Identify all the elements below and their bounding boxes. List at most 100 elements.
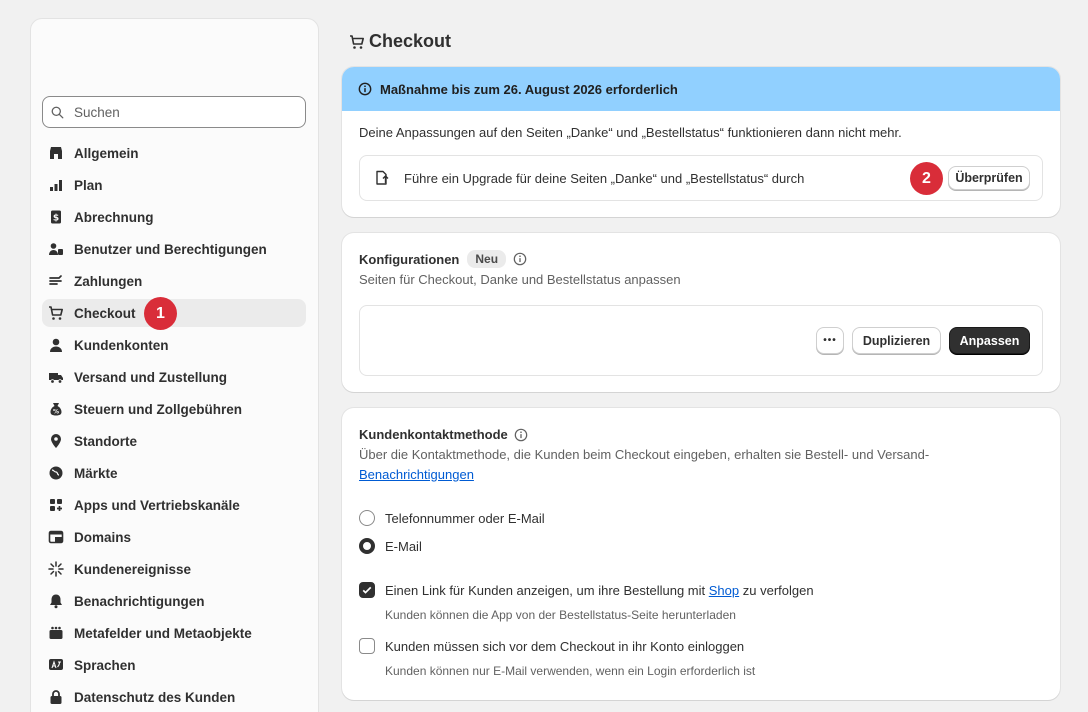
sidebar-item-label: Versand und Zustellung <box>74 369 228 385</box>
sidebar-item-plan[interactable]: Plan <box>42 171 306 199</box>
sidebar-item-allgemein[interactable]: Allgemein <box>42 139 306 167</box>
settings-nav: Allgemein Plan $ Abrechnung Benutzer und Ber… <box>42 139 306 712</box>
checkbox-label-part: zu verfolgen <box>742 583 814 598</box>
person-icon <box>48 337 64 353</box>
search-placeholder: Suchen <box>74 104 120 120</box>
contact-method-card: Kundenkontaktmethode Über die Kontaktmet… <box>342 408 1060 700</box>
sidebar-item-label: Abrechnung <box>74 209 154 225</box>
sidebar-item-label: Metafelder und Metaobjekte <box>74 625 252 641</box>
upgrade-text: Führe ein Upgrade für deine Seiten „Dank… <box>404 171 805 186</box>
radio-email[interactable] <box>359 538 375 554</box>
step-2-badge: 2 <box>910 162 943 195</box>
contact-method-title: Kundenkontaktmethode <box>359 427 508 442</box>
review-button[interactable]: Überprüfen <box>948 166 1030 190</box>
sidebar-item-label: Zahlungen <box>74 273 143 289</box>
truck-icon <box>48 369 64 385</box>
sidebar-item-label: Steuern und Zollgebühren <box>74 401 242 417</box>
customize-button[interactable]: Anpassen <box>949 327 1030 354</box>
sidebar-item-steuern-und-zollgebühren[interactable]: % Steuern und Zollgebühren <box>42 395 306 423</box>
duplicate-button[interactable]: Duplizieren <box>852 327 941 354</box>
page-title-text: Checkout <box>369 31 452 51</box>
sidebar-item-label: Apps und Vertriebskanäle <box>74 497 240 513</box>
sidebar-item-checkout[interactable]: Checkout 1 <box>42 297 306 330</box>
location-icon <box>48 433 64 449</box>
sidebar-item-zahlungen[interactable]: Zahlungen <box>42 267 306 295</box>
cart-icon <box>48 305 64 321</box>
shop-link[interactable]: Shop <box>709 583 739 598</box>
sidebar-item-label: Benutzer und Berechtigungen <box>74 241 267 257</box>
globe-icon <box>48 465 64 481</box>
upgrade-row: Führe ein Upgrade für deine Seiten „Dank… <box>359 155 1043 201</box>
configuration-item: ••• Duplizieren Anpassen <box>359 305 1043 376</box>
radio-label-phone-or-email: Telefonnummer oder E-Mail <box>385 511 545 526</box>
sidebar-item-label: Plan <box>74 177 103 193</box>
sidebar-item-standorte[interactable]: Standorte <box>42 427 306 455</box>
banner-header: Maßnahme bis zum 26. August 2026 erforde… <box>342 67 1060 111</box>
more-actions-button[interactable]: ••• <box>816 327 844 354</box>
sidebar-item-apps-und-vertriebskanäle[interactable]: Apps und Vertriebskanäle <box>42 491 306 519</box>
sidebar-item-kundenkonten[interactable]: Kundenkonten <box>42 331 306 359</box>
sidebar-item-label: Benachrichtigungen <box>74 593 205 609</box>
sidebar-item-abrechnung[interactable]: $ Abrechnung <box>42 203 306 231</box>
checkmark-icon <box>362 586 372 594</box>
notifications-link[interactable]: Benachrichtigungen <box>359 467 474 482</box>
new-badge: Neu <box>467 250 507 268</box>
checkbox-show-tracking-link[interactable] <box>359 582 375 598</box>
sidebar-item-label: Märkte <box>74 465 118 481</box>
configurations-title: Konfigurationen <box>359 251 460 267</box>
settings-sidebar: Suchen Allgemein Plan $ Abrechnung Benutzer … <box>30 18 319 712</box>
sidebar-item-kundenereignisse[interactable]: Kundenereignisse <box>42 555 306 583</box>
sidebar-item-label: Datenschutz des Kunden <box>74 689 236 705</box>
store-icon <box>48 145 64 161</box>
checkbox-help-tracking: Kunden können die App von der Bestellsta… <box>385 608 736 622</box>
sidebar-item-label: Kundenkonten <box>74 337 169 353</box>
cart-icon <box>350 34 364 49</box>
info-icon[interactable] <box>513 252 527 266</box>
configurations-subtitle: Seiten für Checkout, Danke und Bestellst… <box>359 272 681 287</box>
sidebar-item-label: Allgemein <box>74 145 139 161</box>
lock-icon <box>48 689 64 705</box>
banner-description: Deine Anpassungen auf den Seiten „Danke“… <box>359 125 902 140</box>
tax-icon: % <box>48 401 64 417</box>
contact-method-description: Über die Kontaktmethode, die Kunden beim… <box>359 447 930 462</box>
svg-text:%: % <box>53 409 59 416</box>
sidebar-item-benachrichtigungen[interactable]: Benachrichtigungen <box>42 587 306 615</box>
configurations-card: Konfigurationen Neu Seiten für Checkout,… <box>342 233 1060 392</box>
search-icon <box>51 106 64 118</box>
domains-icon <box>48 529 64 545</box>
apps-icon <box>48 497 64 513</box>
users-icon <box>48 241 64 257</box>
sidebar-item-benutzer-und-berechtigungen[interactable]: Benutzer und Berechtigungen <box>42 235 306 263</box>
metafields-icon <box>48 625 64 641</box>
sidebar-item-label: Kundenereignisse <box>74 561 192 577</box>
sidebar-item-domains[interactable]: Domains <box>42 523 306 551</box>
payments-icon <box>48 273 64 289</box>
checkbox-require-login[interactable] <box>359 638 375 654</box>
sidebar-item-label: Standorte <box>74 433 138 449</box>
svg-text:$: $ <box>53 214 59 224</box>
events-icon <box>48 561 64 577</box>
upgrade-page-icon <box>376 170 389 185</box>
checkbox-label-part: Einen Link für Kunden anzeigen, um ihre … <box>385 583 706 598</box>
sidebar-item-märkte[interactable]: Märkte <box>42 459 306 487</box>
plan-icon <box>48 177 64 193</box>
sidebar-item-versand-und-zustellung[interactable]: Versand und Zustellung <box>42 363 306 391</box>
checkbox-help-require-login: Kunden können nur E-Mail verwenden, wenn… <box>385 664 756 678</box>
sidebar-item-label: Domains <box>74 529 132 545</box>
step-1-badge: 1 <box>144 297 177 330</box>
sidebar-item-datenschutz-des-kunden[interactable]: Datenschutz des Kunden <box>42 683 306 711</box>
sidebar-item-label: Sprachen <box>74 657 136 673</box>
search-input[interactable]: Suchen <box>42 96 306 128</box>
languages-icon <box>48 657 64 673</box>
sidebar-item-label: Checkout <box>74 305 136 321</box>
page-title: Checkout <box>349 31 451 52</box>
sidebar-item-sprachen[interactable]: Sprachen <box>42 651 306 679</box>
info-icon <box>358 82 372 96</box>
info-icon[interactable] <box>514 428 528 442</box>
action-required-banner: Maßnahme bis zum 26. August 2026 erforde… <box>342 67 1060 217</box>
sidebar-item-metafelder-und-metaobjekte[interactable]: Metafelder und Metaobjekte <box>42 619 306 647</box>
radio-label-email: E-Mail <box>385 539 422 554</box>
radio-phone-or-email[interactable] <box>359 510 375 526</box>
checkbox-label-tracking: Einen Link für Kunden anzeigen, um ihre … <box>385 583 814 598</box>
checkbox-label-require-login: Kunden müssen sich vor dem Checkout in i… <box>385 639 745 654</box>
